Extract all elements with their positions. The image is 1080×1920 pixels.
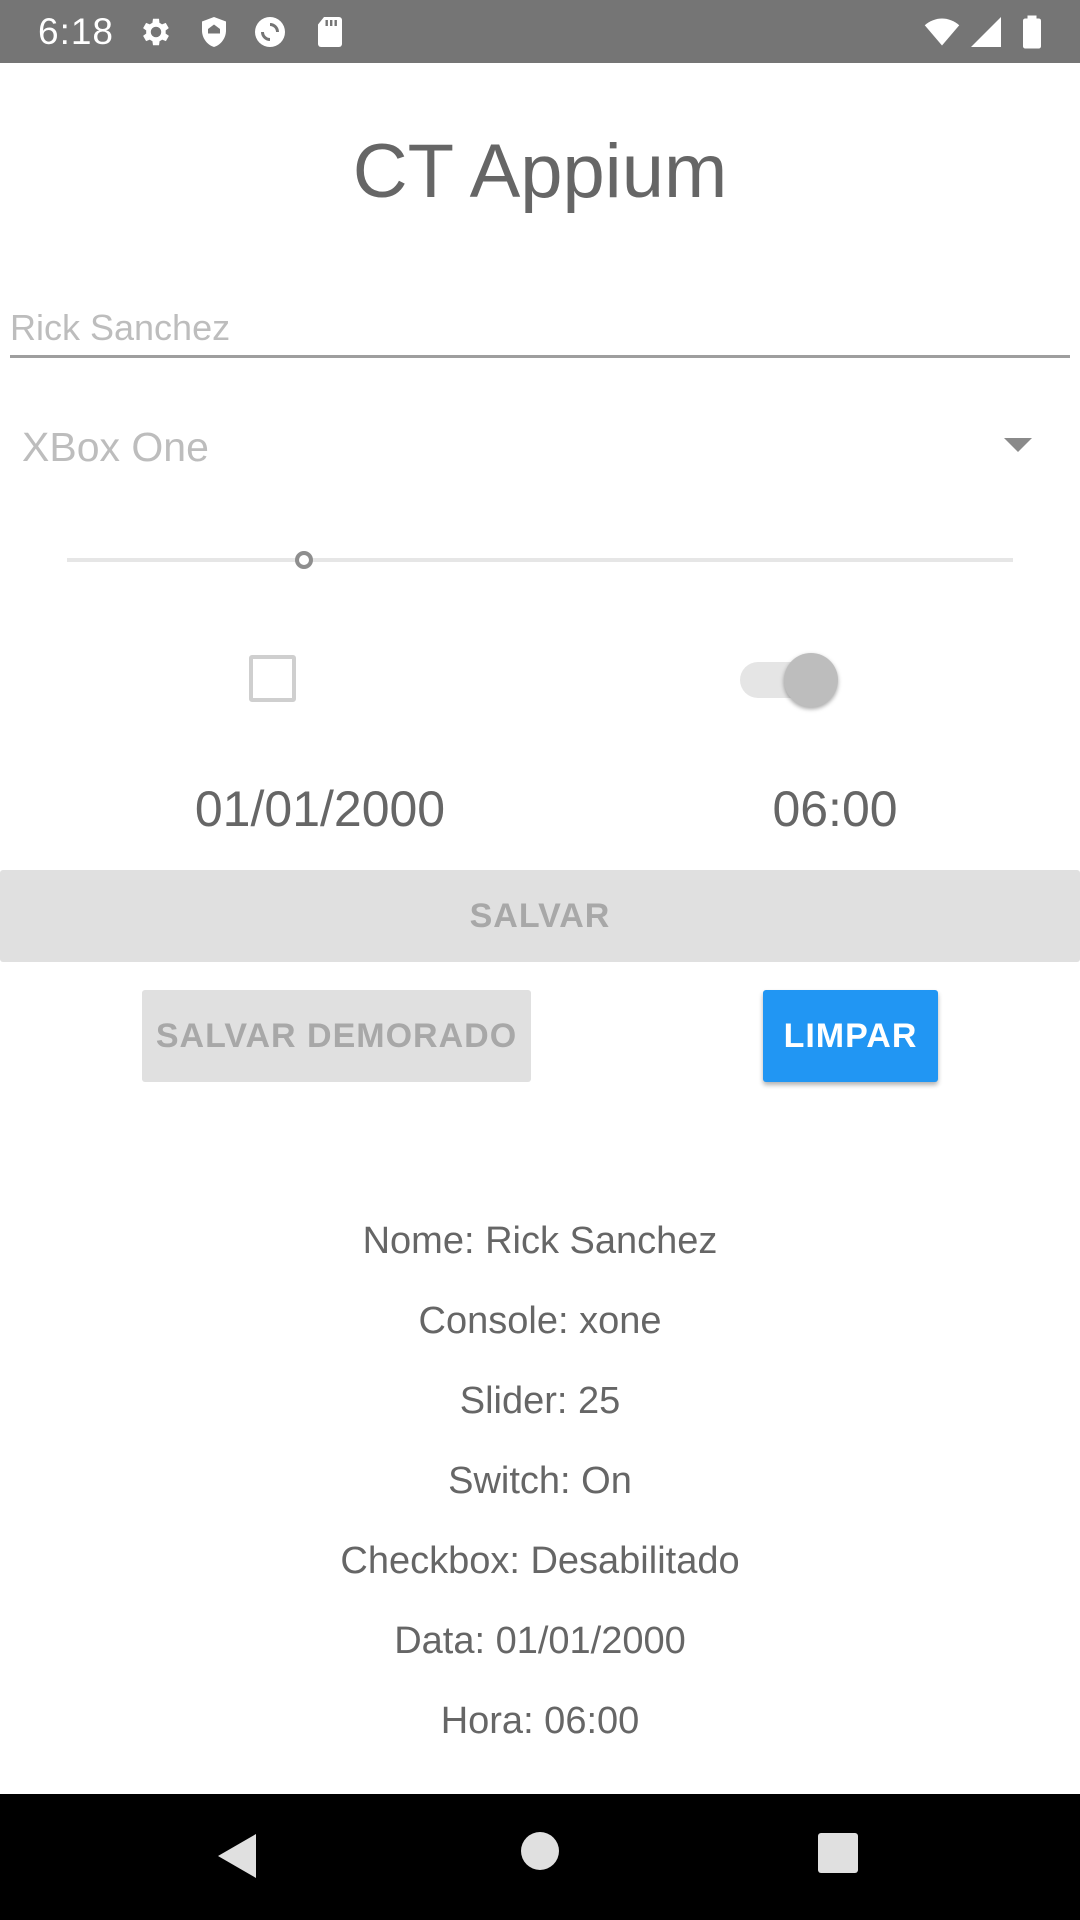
salvar-demorado-button[interactable]: SALVAR DEMORADO [142, 990, 531, 1082]
console-select[interactable]: XBox One [22, 418, 1062, 478]
slider[interactable] [67, 545, 1013, 575]
result-slider: Slider: 25 [459, 1380, 621, 1422]
slider-thumb[interactable] [294, 551, 313, 569]
result-hora: Hora: 06:00 [440, 1700, 640, 1742]
status-bar: 6:18 [0, 0, 1080, 63]
result-checkbox: Checkbox: Desabilitado [340, 1540, 740, 1582]
console-selected-value: XBox One [22, 424, 209, 470]
result-console: Console: xone [418, 1300, 662, 1342]
result-data: Data: 01/01/2000 [394, 1620, 686, 1662]
time-picker-text[interactable]: 06:00 [680, 780, 990, 838]
sync-icon [255, 17, 285, 47]
results-panel: Nome: Rick Sanchez Console: xone Slider:… [0, 1220, 1080, 1780]
slider-track [67, 558, 1013, 562]
result-switch: Switch: On [448, 1460, 632, 1502]
gear-icon [143, 18, 169, 46]
page-title: CT Appium [352, 129, 728, 214]
wifi-icon [924, 18, 960, 46]
back-icon[interactable] [218, 1834, 256, 1878]
date-picker-text[interactable]: 01/01/2000 [120, 780, 520, 838]
battery-icon [1023, 15, 1041, 49]
signal-icon [971, 17, 1001, 47]
home-icon[interactable] [521, 1832, 559, 1870]
checkbox[interactable] [249, 655, 296, 702]
switch-toggle[interactable] [740, 650, 840, 710]
navigation-bar [0, 1794, 1080, 1920]
result-nome: Nome: Rick Sanchez [362, 1220, 718, 1262]
status-time: 6:18 [38, 11, 115, 52]
name-input[interactable] [10, 300, 1070, 358]
shield-icon [202, 17, 226, 47]
switch-thumb [784, 653, 838, 707]
salvar-button[interactable]: SALVAR [0, 870, 1080, 962]
sd-card-icon [318, 17, 342, 47]
chevron-down-icon [1004, 438, 1032, 452]
limpar-button[interactable]: LIMPAR [763, 990, 938, 1082]
recents-icon[interactable] [818, 1833, 858, 1873]
